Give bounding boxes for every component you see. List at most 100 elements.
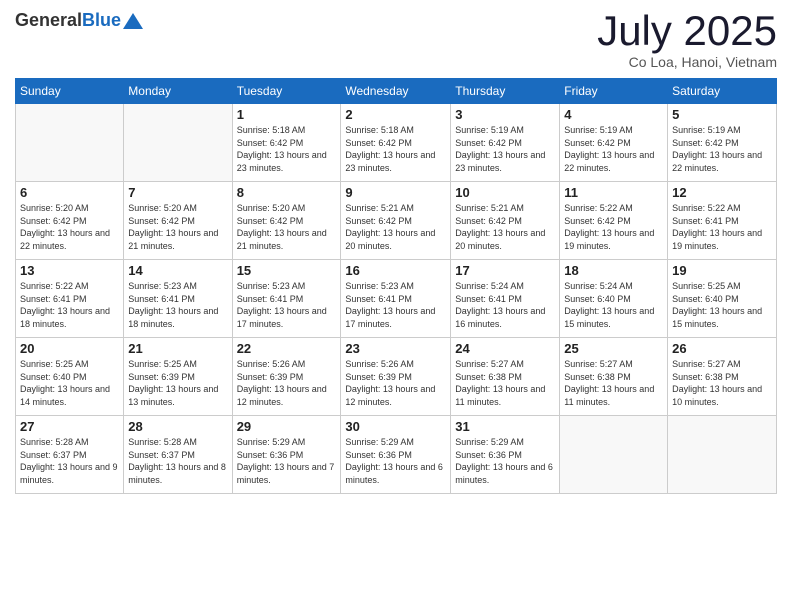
table-row: 21Sunrise: 5:25 AMSunset: 6:39 PMDayligh… (124, 338, 232, 416)
calendar-table: Sunday Monday Tuesday Wednesday Thursday… (15, 78, 777, 494)
day-number: 13 (20, 263, 119, 278)
table-row: 3Sunrise: 5:19 AMSunset: 6:42 PMDaylight… (451, 104, 560, 182)
day-info: Sunrise: 5:28 AMSunset: 6:37 PMDaylight:… (20, 436, 119, 486)
calendar-week-row: 13 Sunrise: 5:22 AMSunset: 6:41 PMDayligh… (16, 260, 777, 338)
day-number: 26 (672, 341, 772, 356)
table-row: 30Sunrise: 5:29 AMSunset: 6:36 PMDayligh… (341, 416, 451, 494)
day-info: Sunrise: 5:21 AMSunset: 6:42 PMDaylight:… (455, 202, 555, 252)
table-row: 22 Sunrise: 5:26 AMSunset: 6:39 PMDayligh… (232, 338, 341, 416)
day-info: Sunrise: 5:18 AMSunset: 6:42 PMDaylight:… (237, 124, 337, 174)
table-row: 23Sunrise: 5:26 AMSunset: 6:39 PMDayligh… (341, 338, 451, 416)
table-row: 18 Sunrise: 5:24 AMSunset: 6:40 PMDayligh… (560, 260, 668, 338)
day-info: Sunrise: 5:20 AMSunset: 6:42 PMDaylight:… (20, 202, 119, 252)
day-info: Sunrise: 5:23 AMSunset: 6:41 PMDaylight:… (237, 280, 337, 330)
day-number: 27 (20, 419, 119, 434)
day-info: Sunrise: 5:23 AMSunset: 6:41 PMDaylight:… (128, 280, 227, 330)
calendar-week-row: 1 Sunrise: 5:18 AMSunset: 6:42 PMDaylight… (16, 104, 777, 182)
logo-general: GeneralBlue (15, 10, 121, 31)
table-row: 5 Sunrise: 5:19 AMSunset: 6:42 PMDaylight… (668, 104, 777, 182)
table-row: 26 Sunrise: 5:27 AMSunset: 6:38 PMDayligh… (668, 338, 777, 416)
table-row (16, 104, 124, 182)
day-number: 2 (345, 107, 446, 122)
day-number: 25 (564, 341, 663, 356)
day-info: Sunrise: 5:24 AMSunset: 6:41 PMDaylight:… (455, 280, 555, 330)
logo: GeneralBlue (15, 10, 143, 31)
table-row: 4Sunrise: 5:19 AMSunset: 6:42 PMDaylight… (560, 104, 668, 182)
day-number: 6 (20, 185, 119, 200)
table-row: 7 Sunrise: 5:20 AMSunset: 6:42 PMDaylight… (124, 182, 232, 260)
page: GeneralBlue July 2025 Co Loa, Hanoi, Vie… (0, 0, 792, 612)
day-number: 20 (20, 341, 119, 356)
table-row (668, 416, 777, 494)
day-number: 16 (345, 263, 446, 278)
table-row: 15 Sunrise: 5:23 AMSunset: 6:41 PMDayligh… (232, 260, 341, 338)
day-info: Sunrise: 5:19 AMSunset: 6:42 PMDaylight:… (564, 124, 663, 174)
month-title: July 2025 (597, 10, 777, 52)
logo-icon (123, 13, 143, 29)
day-number: 12 (672, 185, 772, 200)
header: GeneralBlue July 2025 Co Loa, Hanoi, Vie… (15, 10, 777, 70)
day-info: Sunrise: 5:26 AMSunset: 6:39 PMDaylight:… (345, 358, 446, 408)
day-number: 10 (455, 185, 555, 200)
table-row: 13 Sunrise: 5:22 AMSunset: 6:41 PMDayligh… (16, 260, 124, 338)
day-number: 28 (128, 419, 227, 434)
table-row: 9 Sunrise: 5:21 AMSunset: 6:42 PMDaylight… (341, 182, 451, 260)
day-number: 5 (672, 107, 772, 122)
title-block: July 2025 Co Loa, Hanoi, Vietnam (597, 10, 777, 70)
day-info: Sunrise: 5:29 AMSunset: 6:36 PMDaylight:… (237, 436, 337, 486)
day-number: 17 (455, 263, 555, 278)
day-number: 9 (345, 185, 446, 200)
table-row: 20 Sunrise: 5:25 AMSunset: 6:40 PMDayligh… (16, 338, 124, 416)
col-monday: Monday (124, 79, 232, 104)
day-info: Sunrise: 5:27 AMSunset: 6:38 PMDaylight:… (672, 358, 772, 408)
day-info: Sunrise: 5:19 AMSunset: 6:42 PMDaylight:… (672, 124, 772, 174)
day-info: Sunrise: 5:22 AMSunset: 6:41 PMDaylight:… (20, 280, 119, 330)
calendar-header-row: Sunday Monday Tuesday Wednesday Thursday… (16, 79, 777, 104)
table-row: 8 Sunrise: 5:20 AMSunset: 6:42 PMDaylight… (232, 182, 341, 260)
day-info: Sunrise: 5:25 AMSunset: 6:40 PMDaylight:… (20, 358, 119, 408)
location-subtitle: Co Loa, Hanoi, Vietnam (597, 54, 777, 70)
day-number: 30 (345, 419, 446, 434)
col-wednesday: Wednesday (341, 79, 451, 104)
day-number: 11 (564, 185, 663, 200)
day-info: Sunrise: 5:20 AMSunset: 6:42 PMDaylight:… (237, 202, 337, 252)
col-sunday: Sunday (16, 79, 124, 104)
day-info: Sunrise: 5:25 AMSunset: 6:39 PMDaylight:… (128, 358, 227, 408)
table-row: 19 Sunrise: 5:25 AMSunset: 6:40 PMDayligh… (668, 260, 777, 338)
table-row: 29 Sunrise: 5:29 AMSunset: 6:36 PMDayligh… (232, 416, 341, 494)
day-number: 22 (237, 341, 337, 356)
table-row: 28 Sunrise: 5:28 AMSunset: 6:37 PMDayligh… (124, 416, 232, 494)
col-thursday: Thursday (451, 79, 560, 104)
day-number: 7 (128, 185, 227, 200)
day-number: 18 (564, 263, 663, 278)
day-info: Sunrise: 5:20 AMSunset: 6:42 PMDaylight:… (128, 202, 227, 252)
day-info: Sunrise: 5:26 AMSunset: 6:39 PMDaylight:… (237, 358, 337, 408)
day-number: 1 (237, 107, 337, 122)
day-number: 15 (237, 263, 337, 278)
day-number: 19 (672, 263, 772, 278)
day-info: Sunrise: 5:29 AMSunset: 6:36 PMDaylight:… (455, 436, 555, 486)
day-info: Sunrise: 5:27 AMSunset: 6:38 PMDaylight:… (455, 358, 555, 408)
table-row: 12 Sunrise: 5:22 AMSunset: 6:41 PMDayligh… (668, 182, 777, 260)
day-number: 29 (237, 419, 337, 434)
calendar-week-row: 6 Sunrise: 5:20 AMSunset: 6:42 PMDaylight… (16, 182, 777, 260)
table-row: 6 Sunrise: 5:20 AMSunset: 6:42 PMDaylight… (16, 182, 124, 260)
day-number: 31 (455, 419, 555, 434)
table-row (124, 104, 232, 182)
day-info: Sunrise: 5:22 AMSunset: 6:41 PMDaylight:… (672, 202, 772, 252)
day-info: Sunrise: 5:23 AMSunset: 6:41 PMDaylight:… (345, 280, 446, 330)
day-info: Sunrise: 5:21 AMSunset: 6:42 PMDaylight:… (345, 202, 446, 252)
calendar-week-row: 27 Sunrise: 5:28 AMSunset: 6:37 PMDayligh… (16, 416, 777, 494)
table-row: 1 Sunrise: 5:18 AMSunset: 6:42 PMDaylight… (232, 104, 341, 182)
col-saturday: Saturday (668, 79, 777, 104)
day-info: Sunrise: 5:25 AMSunset: 6:40 PMDaylight:… (672, 280, 772, 330)
day-number: 24 (455, 341, 555, 356)
table-row: 16 Sunrise: 5:23 AMSunset: 6:41 PMDayligh… (341, 260, 451, 338)
table-row: 25Sunrise: 5:27 AMSunset: 6:38 PMDayligh… (560, 338, 668, 416)
day-info: Sunrise: 5:18 AMSunset: 6:42 PMDaylight:… (345, 124, 446, 174)
day-info: Sunrise: 5:24 AMSunset: 6:40 PMDaylight:… (564, 280, 663, 330)
table-row: 2 Sunrise: 5:18 AMSunset: 6:42 PMDaylight… (341, 104, 451, 182)
day-number: 8 (237, 185, 337, 200)
day-info: Sunrise: 5:28 AMSunset: 6:37 PMDaylight:… (128, 436, 227, 486)
table-row: 24 Sunrise: 5:27 AMSunset: 6:38 PMDayligh… (451, 338, 560, 416)
